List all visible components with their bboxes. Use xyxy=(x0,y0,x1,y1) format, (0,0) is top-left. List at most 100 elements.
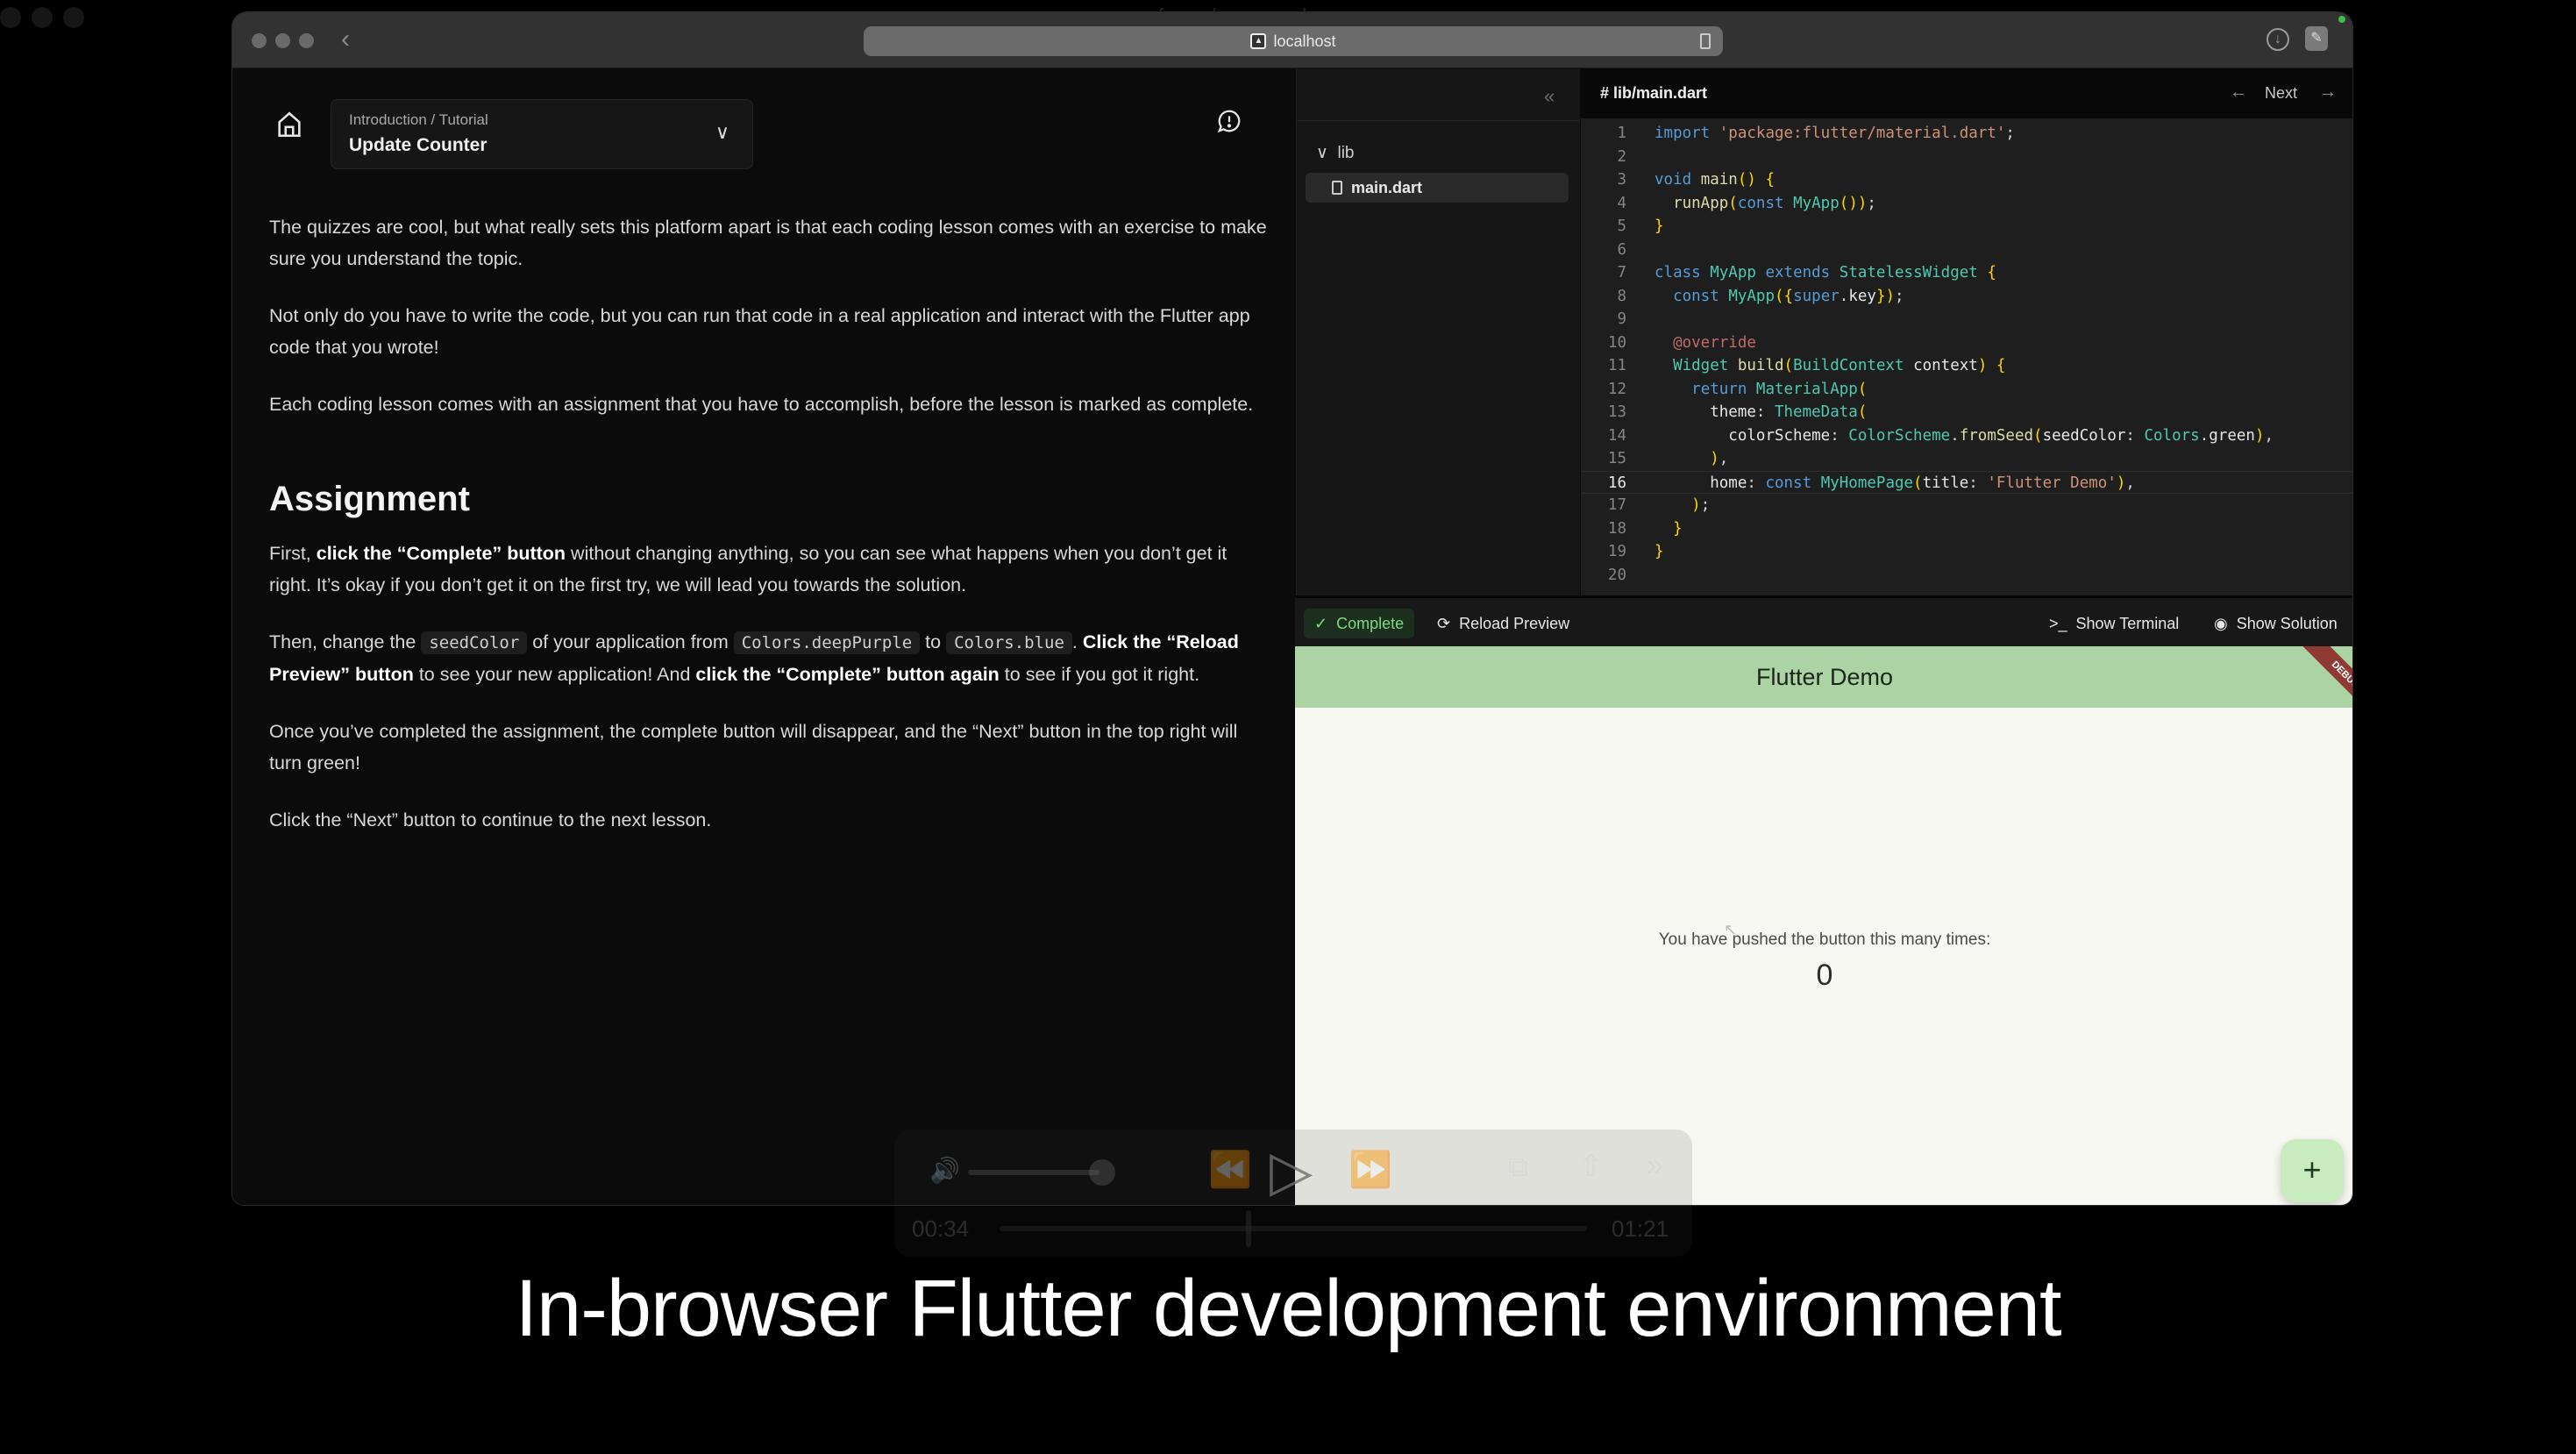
breadcrumb: Introduction / Tutorial xyxy=(349,111,488,128)
collapse-sidebar-icon[interactable]: « xyxy=(1544,85,1555,108)
line-number: 4 xyxy=(1617,194,1626,212)
share-icon[interactable]: ⇧ xyxy=(1578,1149,1604,1184)
eye-icon: ◉ xyxy=(2214,614,2228,632)
volume-slider[interactable] xyxy=(968,1170,1099,1175)
download-icon[interactable]: ↓ xyxy=(2266,28,2289,51)
more-icon[interactable]: » xyxy=(1647,1149,1663,1183)
folder-name: lib xyxy=(1337,144,1355,162)
file-name: main.dart xyxy=(1351,178,1423,196)
home-icon[interactable] xyxy=(274,110,304,139)
code-text: colorScheme: ColorScheme.fromSeed(seedCo… xyxy=(1728,426,2274,445)
code-line[interactable]: 11 Widget build(BuildContext context) { xyxy=(1581,354,2352,378)
volume-icon[interactable]: 🔊 xyxy=(929,1156,960,1185)
code-editor[interactable]: 1 import 'package:flutter/material.dart';… xyxy=(1581,118,2352,595)
previous-button[interactable]: ← xyxy=(2230,82,2247,103)
lesson-pane: Introduction / Tutorial Update Counter ∨… xyxy=(232,69,1295,1205)
lesson-title: Update Counter xyxy=(349,135,487,155)
file-item-main-dart[interactable]: main.dart xyxy=(1306,173,1569,203)
code-line[interactable]: 10 @override xyxy=(1581,331,2352,355)
text: to see if you got it right. xyxy=(999,664,1200,685)
recording-indicator xyxy=(2338,16,2345,23)
code-line[interactable]: 14 colorScheme: ColorScheme.fromSeed(see… xyxy=(1581,424,2352,448)
complete-button[interactable]: ✓ Complete xyxy=(1304,609,1415,638)
play-icon[interactable]: ▷ xyxy=(1270,1138,1313,1204)
line-number: 1 xyxy=(1617,125,1626,142)
text: to xyxy=(920,631,947,652)
bold-text: click the “Complete” button again xyxy=(695,664,1000,685)
code-text: theme: ThemeData( xyxy=(1710,403,1868,421)
code-line[interactable]: 6 xyxy=(1581,239,2352,262)
bold-text: click the “Complete” button xyxy=(316,543,566,564)
check-icon: ✓ xyxy=(1314,614,1328,632)
reader-icon[interactable] xyxy=(1700,33,1711,49)
picture-in-picture-icon[interactable]: ⧉ xyxy=(1508,1151,1528,1184)
folder-lib[interactable]: ∨ lib xyxy=(1316,143,1355,163)
code-text: } xyxy=(1654,543,1664,560)
code-line[interactable]: 16 home: const MyHomePage(title: 'Flutte… xyxy=(1581,470,2352,494)
line-number: 13 xyxy=(1607,403,1626,421)
video-caption: In-browser Flutter development environme… xyxy=(515,1264,2061,1353)
line-number: 3 xyxy=(1617,171,1626,189)
assignment-step-1: First, click the “Complete” button witho… xyxy=(269,538,1269,601)
intro-paragraph: Each coding lesson comes with an assignm… xyxy=(269,394,1254,415)
line-number: 7 xyxy=(1617,264,1626,282)
reload-preview-button[interactable]: ⟳ Reload Preview xyxy=(1437,609,1569,638)
line-number: 11 xyxy=(1607,357,1626,374)
video-scrubber[interactable] xyxy=(1000,1226,1587,1231)
code-line[interactable]: 9 xyxy=(1581,308,2352,331)
rewind-icon[interactable]: ⏪ xyxy=(1208,1149,1252,1190)
scrubber-handle[interactable] xyxy=(1246,1210,1252,1247)
fast-forward-icon[interactable]: ⏩ xyxy=(1348,1149,1392,1190)
code-line[interactable]: 19} xyxy=(1581,540,2352,564)
traffic-lights[interactable] xyxy=(252,33,314,48)
intro-paragraph: Not only do you have to write the code, … xyxy=(269,305,1250,358)
code-text: home: const MyHomePage(title: 'Flutter D… xyxy=(1710,474,2135,492)
arrow-right-icon[interactable]: → xyxy=(2319,82,2337,103)
terminal-label: Show Terminal xyxy=(2075,614,2180,632)
code-line[interactable]: 15 ), xyxy=(1581,447,2352,471)
editor-header: # lib/main.dart ← Next → xyxy=(1581,69,2352,118)
code-line[interactable]: 4 runApp(const MyApp()); xyxy=(1581,192,2352,216)
line-number: 17 xyxy=(1607,496,1626,514)
terminal-icon: >_ xyxy=(2049,614,2067,632)
next-button[interactable]: Next xyxy=(2265,84,2297,103)
browser-toolbar: ‹ ▲ localhost ↓ ✎ xyxy=(232,12,2352,68)
app-preview[interactable]: Flutter Demo DEBUG You have pushed the b… xyxy=(1295,646,2352,1205)
code-line[interactable]: 3 void main() { xyxy=(1581,168,2352,192)
code-text: Widget build(BuildContext context) { xyxy=(1673,357,2006,374)
code-line[interactable]: 12 return MaterialApp( xyxy=(1581,378,2352,402)
line-number: 20 xyxy=(1607,566,1626,584)
code-line[interactable]: 8 const MyApp({super.key}); xyxy=(1581,285,2352,309)
inline-code: Colors.blue xyxy=(946,631,1072,654)
show-terminal-button[interactable]: >_ Show Terminal xyxy=(2049,609,2179,638)
back-button[interactable]: ‹ xyxy=(341,25,350,54)
volume-knob[interactable] xyxy=(1089,1159,1115,1186)
code-line[interactable]: 2 xyxy=(1581,146,2352,169)
lesson-selector[interactable]: Introduction / Tutorial Update Counter ∨ xyxy=(331,99,753,169)
increment-button[interactable]: + xyxy=(2281,1139,2344,1202)
text: First, xyxy=(269,543,317,564)
code-line[interactable]: 20 xyxy=(1581,564,2352,588)
address-bar[interactable]: ▲ localhost xyxy=(864,26,1723,56)
code-line[interactable]: 17 ); xyxy=(1581,494,2352,517)
feedback-icon[interactable] xyxy=(1216,108,1242,134)
line-number: 6 xyxy=(1617,240,1626,259)
code-line[interactable]: 1 import 'package:flutter/material.dart'; xyxy=(1581,122,2352,146)
counter-label: You have pushed the button this many tim… xyxy=(1658,930,1991,949)
app-title: Flutter Demo xyxy=(1755,663,1894,690)
reload-icon: ⟳ xyxy=(1437,614,1451,632)
code-text: runApp(const MyApp()); xyxy=(1673,194,1876,212)
code-line[interactable]: 7 class MyApp extends StatelessWidget { xyxy=(1581,261,2352,285)
solution-label: Show Solution xyxy=(2236,614,2338,632)
pen-icon[interactable]: ✎ xyxy=(2305,26,2328,51)
recording-window-controls xyxy=(0,7,84,28)
code-line[interactable]: 13 theme: ThemeData( xyxy=(1581,401,2352,424)
url-text: localhost xyxy=(1273,32,1336,50)
code-line[interactable]: 18 } xyxy=(1581,517,2352,541)
code-line[interactable]: 5} xyxy=(1581,215,2352,239)
code-text: const MyApp({super.key}); xyxy=(1673,287,1904,305)
line-number: 10 xyxy=(1607,333,1626,352)
current-time: 00:34 xyxy=(912,1215,970,1242)
line-number: 9 xyxy=(1617,310,1626,328)
show-solution-button[interactable]: ◉ Show Solution xyxy=(2214,609,2338,638)
